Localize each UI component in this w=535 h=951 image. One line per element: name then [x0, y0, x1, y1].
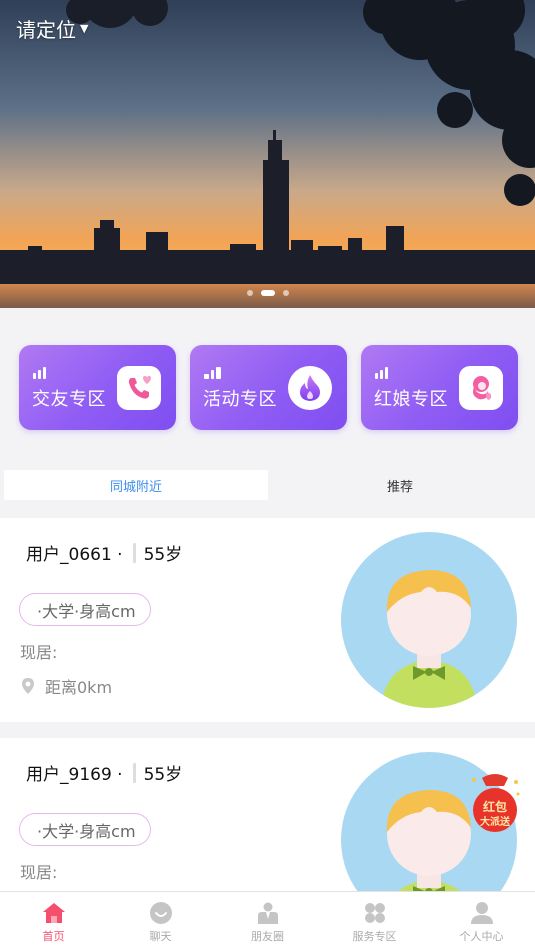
feature-cards: 交友专区 活动专区 红娘专区 — [19, 345, 518, 430]
user-tags: ·大学·身高cm — [19, 593, 151, 626]
user-name: 用户_0661 · — [26, 545, 123, 565]
carousel-indicator — [0, 290, 535, 296]
services-icon — [364, 903, 385, 923]
banner-carousel[interactable]: 请定位 ▼ — [0, 0, 535, 308]
feature-card-title: 活动专区 — [203, 389, 277, 410]
user-residence: 现居: — [20, 643, 58, 662]
chat-icon — [149, 902, 172, 924]
list-tabs: 同城附近 推荐 — [0, 468, 535, 502]
user-card[interactable]: 用户_0661 · 55岁 ·大学·身高cm 现居: 距离0km — [0, 518, 535, 722]
divider — [132, 762, 136, 783]
nav-label: 服务专区 — [352, 930, 397, 943]
feature-card-friends[interactable]: 交友专区 — [19, 345, 176, 430]
nav-label: 聊天 — [149, 930, 172, 943]
nav-label: 朋友圈 — [251, 930, 284, 943]
tab-nearby[interactable]: 同城附近 — [4, 470, 268, 500]
nav-services[interactable]: 服务专区 — [321, 892, 428, 951]
feature-card-matchmaker[interactable]: 红娘专区 — [361, 345, 518, 430]
nav-chat[interactable]: 聊天 — [107, 892, 214, 951]
location-selector[interactable]: 请定位 ▼ — [16, 14, 88, 43]
user-tags: ·大学·身高cm — [19, 813, 151, 846]
carousel-dot[interactable] — [282, 290, 289, 296]
distance-label: 距离0km — [45, 678, 113, 697]
location-pin-icon — [22, 678, 34, 694]
avatar[interactable] — [341, 532, 517, 708]
user-age: 55岁 — [143, 765, 183, 785]
bottom-nav: 首页 聊天 朋友圈 服务专区 个人中心 — [0, 891, 535, 951]
user-name-line: 用户_0661 · 55岁 — [26, 540, 182, 565]
user-residence: 现居: — [20, 863, 58, 882]
nav-label: 首页 — [42, 930, 65, 943]
red-packet-line1: 红包 — [483, 799, 507, 814]
caret-down-icon: ▼ — [80, 22, 89, 35]
carousel-dot[interactable] — [246, 290, 253, 296]
red-packet-line2: 大派送 — [480, 815, 511, 828]
megaphone-icon — [204, 367, 221, 379]
signal-bars-icon — [33, 367, 46, 379]
user-name-line: 用户_9169 · 55岁 — [26, 760, 182, 785]
user-name: 用户_9169 · — [26, 765, 123, 785]
red-packet-badge[interactable]: 红包 大派送 — [468, 772, 522, 834]
divider — [132, 542, 136, 563]
user-age: 55岁 — [143, 545, 183, 565]
tab-recommended[interactable]: 推荐 — [268, 470, 532, 500]
home-icon — [42, 903, 65, 923]
carousel-dot-active[interactable] — [260, 290, 275, 296]
feature-card-title: 红娘专区 — [374, 389, 448, 410]
nav-profile[interactable]: 个人中心 — [428, 892, 535, 951]
flame-icon — [288, 366, 332, 410]
banner-image — [0, 0, 535, 308]
feature-card-title: 交友专区 — [32, 389, 106, 410]
feature-card-activities[interactable]: 活动专区 — [190, 345, 347, 430]
nav-label: 个人中心 — [459, 930, 504, 943]
nav-home[interactable]: 首页 — [0, 892, 107, 951]
user-card[interactable]: 用户_9169 · 55岁 ·大学·身高cm 现居: — [0, 738, 535, 898]
profile-icon — [470, 902, 493, 924]
matchmaker-icon — [459, 366, 503, 410]
signal-bars-icon — [375, 367, 388, 379]
user-distance: 距离0km — [20, 674, 112, 698]
moments-icon — [257, 902, 278, 924]
nav-moments[interactable]: 朋友圈 — [214, 892, 321, 951]
location-label: 请定位 — [16, 18, 76, 42]
phone-heart-icon — [117, 366, 161, 410]
